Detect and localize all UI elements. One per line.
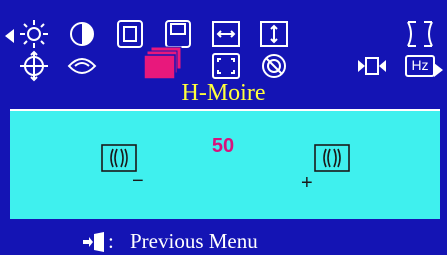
footer-separator: : [108,229,114,253]
v-moire-icon[interactable] [210,50,242,82]
osd-menu: Hz H-Moire − 50 + : Previous Menu [0,0,447,255]
adjustment-panel [10,109,440,219]
v-size-icon[interactable] [258,18,290,50]
adjustment-value: 50 [211,135,235,157]
previous-menu-label[interactable]: Previous Menu [130,229,258,253]
moire-plus-icon[interactable] [314,144,350,172]
frequency-label: Hz [411,57,429,73]
minus-label: − [132,170,144,192]
h-size-icon[interactable] [210,18,242,50]
plus-label: + [301,172,313,194]
frequency-icon[interactable]: Hz [404,50,436,82]
pincushion-icon[interactable] [404,18,436,50]
moire-icon[interactable] [66,50,98,82]
brightness-icon[interactable] [18,18,50,50]
contrast-icon[interactable] [66,18,98,50]
position-rotate-icon[interactable] [18,50,50,82]
h-moire-icon[interactable] [143,46,183,80]
footer: : Previous Menu [0,228,447,255]
degauss-icon[interactable] [258,50,290,82]
moire-minus-icon[interactable] [101,144,137,172]
size-icon[interactable] [114,18,146,50]
input-icon[interactable] [356,50,388,82]
nav-left-arrow-icon[interactable] [3,28,15,44]
exit-door-icon[interactable] [82,232,106,252]
menu-title: H-Moire [181,80,266,106]
